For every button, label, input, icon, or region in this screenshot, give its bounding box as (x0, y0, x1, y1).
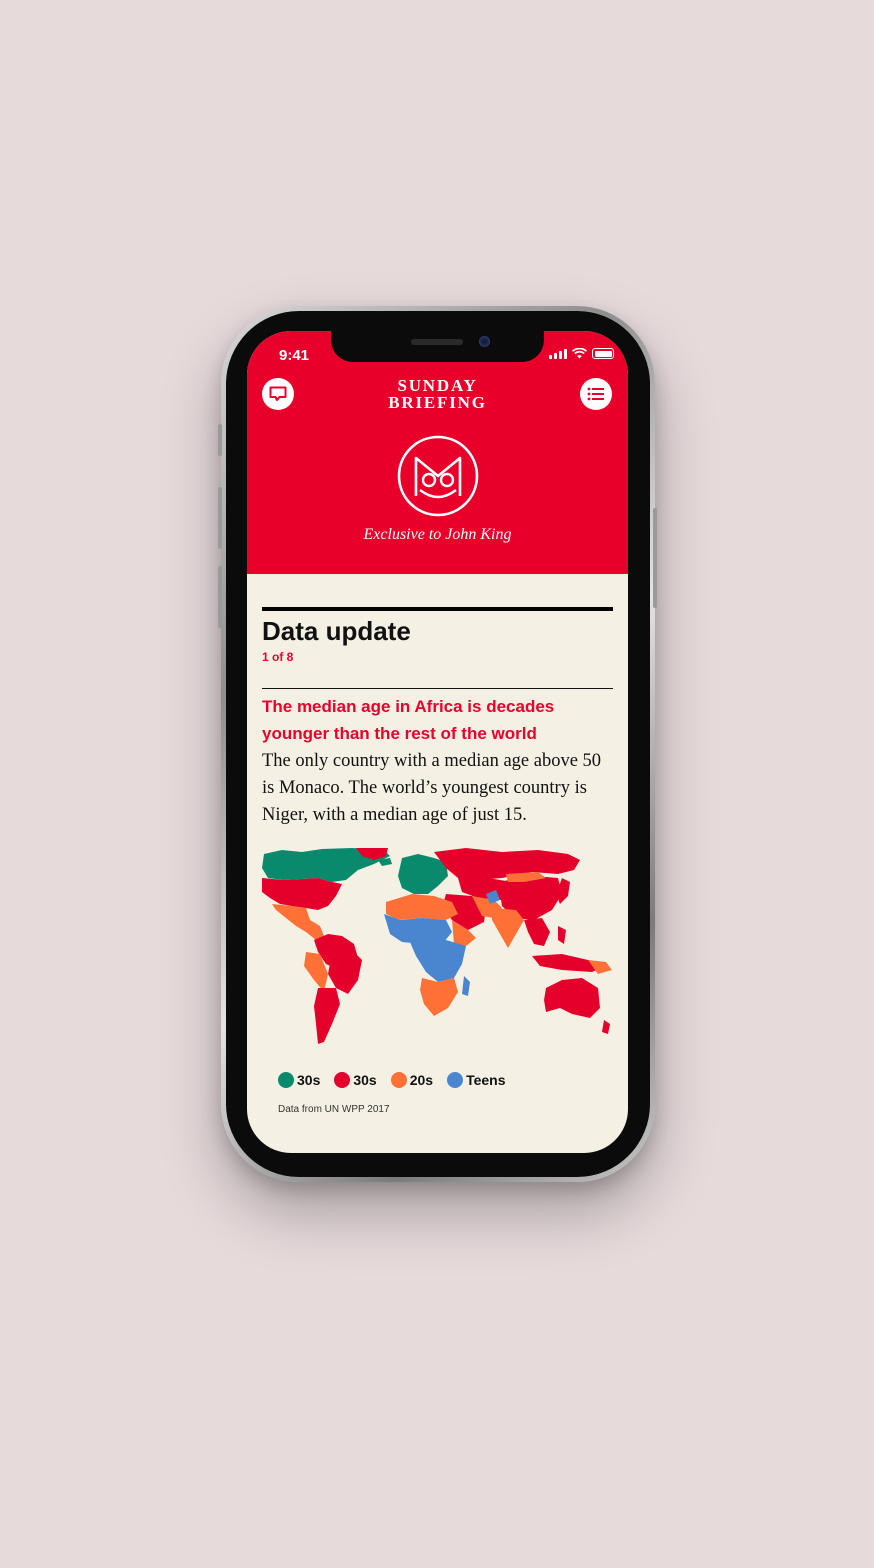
legend-swatch (390, 1072, 407, 1088)
legend-label: Teens (466, 1072, 506, 1088)
exclusive-subtitle: Exclusive to John King (363, 526, 512, 543)
map-region-brazil (328, 948, 362, 994)
article-body: The only country with a median age above… (262, 751, 602, 825)
status-time: 9:41 (279, 347, 310, 364)
monocle-owl-logo (397, 435, 479, 517)
brand-line-2: BRIEFING (388, 393, 487, 412)
front-camera (479, 336, 490, 347)
legend-swatch (447, 1072, 464, 1088)
signal-icon (549, 348, 567, 359)
status-icons (549, 348, 614, 359)
map-region-southern-cone (314, 988, 340, 1044)
menu-list-icon (587, 387, 604, 401)
world-median-age-map (262, 848, 612, 1044)
map-legend: 30s 30s 20s Teens (278, 1072, 506, 1088)
page-counter: 1 of 8 (262, 650, 294, 664)
silent-switch (218, 424, 222, 456)
map-region-new-zealand (602, 1020, 610, 1034)
speaker-grille (411, 339, 463, 345)
wifi-icon (572, 348, 587, 359)
brand-wordmark: SUNDAY BRIEFING (247, 377, 628, 411)
power-button (653, 508, 657, 608)
map-region-madagascar (462, 976, 470, 996)
map-region-philippines (558, 926, 566, 944)
divider (262, 688, 613, 689)
section-title: Data update (262, 616, 411, 646)
section-rule (262, 607, 613, 611)
briefing-header: 9:41 SUNDAY BRIEFING Exclusive to John K… (247, 331, 628, 574)
menu-button[interactable] (580, 378, 612, 410)
map-region-central-east-africa (410, 940, 466, 982)
map-region-southeast-asia (524, 918, 550, 946)
map-region-australia (544, 978, 600, 1018)
brand-line-1: SUNDAY (397, 376, 478, 395)
phone-screen: 9:41 SUNDAY BRIEFING Exclusive to John K… (247, 331, 628, 1153)
map-region-southern-africa (420, 978, 458, 1016)
legend-label: 30s (353, 1072, 377, 1088)
volume-down-button (218, 566, 222, 628)
legend-swatch (334, 1072, 351, 1088)
data-source-note: Data from UN WPP 2017 (278, 1104, 390, 1115)
legend-item: 30s (334, 1072, 377, 1088)
legend-item: 20s (390, 1072, 434, 1088)
volume-up-button (218, 487, 222, 549)
article-headline: The median age in Africa is decades youn… (262, 697, 555, 743)
battery-icon (592, 348, 614, 359)
legend-label: 30s (297, 1072, 321, 1088)
notch (331, 331, 544, 362)
legend-item: 30s (278, 1072, 320, 1088)
legend-item: Teens (447, 1072, 506, 1088)
legend-swatch (278, 1072, 294, 1088)
legend-label: 20s (409, 1072, 434, 1088)
